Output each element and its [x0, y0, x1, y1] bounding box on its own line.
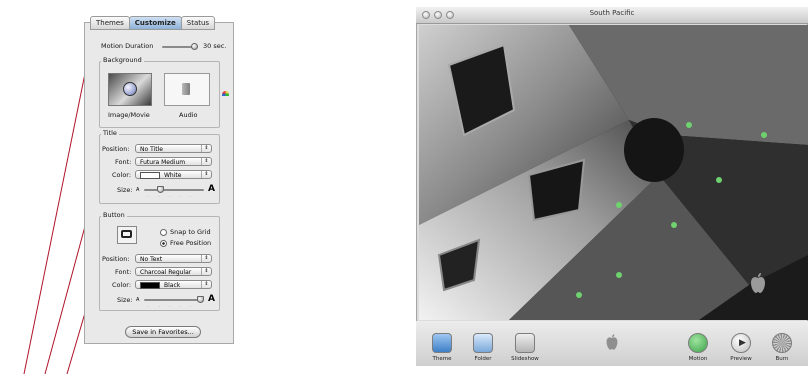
popup-arrows-icon: ⇕ [201, 255, 211, 262]
theme-label: Theme [432, 356, 452, 362]
apple-logo-icon [605, 333, 619, 351]
button-shape-icon [121, 230, 132, 238]
background-group-title: Background [101, 56, 144, 64]
tab-themes[interactable]: Themes [90, 16, 130, 30]
burn-icon [772, 333, 792, 353]
button-position-value: No Text [140, 256, 163, 263]
button-size-ticks: . . . . . [148, 303, 196, 308]
burn-label: Burn [775, 356, 789, 362]
folder-label: Folder [474, 356, 492, 362]
title-size-ticks: . . . . . [148, 193, 196, 198]
title-size-large-a: A [208, 184, 215, 194]
folder-button[interactable]: Folder [463, 333, 503, 362]
title-color-popup[interactable]: White ⇕ [135, 170, 212, 179]
free-position-option[interactable]: Free Position [160, 239, 211, 247]
title-size-slider[interactable] [144, 189, 204, 191]
title-color-value: White [164, 172, 182, 179]
motion-button[interactable]: Motion [678, 333, 718, 362]
button-font-value: Charcoal Regular [140, 269, 192, 276]
button-color-value: Black [164, 282, 181, 289]
title-size-label: Size: [117, 186, 133, 194]
free-position-label: Free Position [170, 239, 212, 247]
motion-label: Motion [688, 356, 708, 362]
image-movie-label: Image/Movie [108, 111, 150, 119]
popup-arrows-icon: ⇕ [201, 268, 211, 275]
menu-preview-area[interactable] [419, 25, 808, 320]
audio-label: Audio [179, 111, 198, 119]
theme-icon [432, 333, 452, 353]
preview-label: Preview [730, 356, 752, 362]
button-position-popup[interactable]: No Text ⇕ [135, 254, 212, 263]
button-color-swatch [140, 282, 160, 289]
slideshow-button[interactable]: Slideshow [505, 333, 545, 362]
image-movie-icon [123, 82, 137, 96]
title-position-popup[interactable]: No Title ⇕ [135, 144, 212, 153]
button-size-knob[interactable] [197, 296, 204, 303]
title-font-popup[interactable]: Futura Medium ⇕ [135, 157, 212, 166]
button-font-label: Font: [115, 268, 132, 276]
speaker-icon [182, 83, 190, 95]
color-picker-icon[interactable] [222, 91, 229, 96]
popup-arrows-icon: ⇕ [201, 281, 211, 288]
tab-customize[interactable]: Customize [128, 16, 182, 30]
button-size-small-a: A [136, 297, 140, 303]
button-position-label: Position: [102, 255, 130, 263]
theme-button[interactable]: Theme [422, 333, 462, 362]
audio-well[interactable] [164, 73, 210, 106]
button-group-title: Button [101, 211, 127, 219]
burn-button[interactable]: Burn [762, 333, 802, 362]
preview-button[interactable]: ▶ Preview [721, 333, 761, 362]
popup-arrows-icon: ⇕ [201, 158, 211, 165]
title-font-label: Font: [115, 158, 132, 166]
popup-arrows-icon: ⇕ [201, 171, 211, 178]
snap-to-grid-label: Snap to Grid [170, 228, 211, 236]
title-group-title: Title [101, 129, 119, 137]
button-color-label: Color: [112, 281, 132, 289]
title-color-label: Color: [112, 171, 132, 179]
motion-duration-label: Motion Duration [101, 42, 154, 50]
inspector-tabs: Themes Customize Status [90, 16, 216, 30]
folder-icon [473, 333, 493, 353]
play-icon: ▶ [731, 333, 751, 353]
motion-duration-value: 30 sec. [203, 42, 227, 50]
button-size-slider[interactable] [144, 299, 204, 301]
button-shape-well[interactable] [117, 226, 137, 244]
button-color-popup[interactable]: Black ⇕ [135, 280, 212, 289]
save-in-favorites-button[interactable]: Save in Favorites... [125, 326, 201, 338]
slideshow-icon [515, 333, 535, 353]
motion-icon [688, 333, 708, 353]
button-font-popup[interactable]: Charcoal Regular ⇕ [135, 267, 212, 276]
title-font-value: Futura Medium [140, 159, 186, 166]
apple-watermark-icon [749, 272, 767, 294]
tab-status[interactable]: Status [180, 16, 216, 30]
title-color-swatch [140, 172, 160, 179]
button-size-label: Size: [117, 296, 133, 304]
motion-duration-knob[interactable] [191, 43, 198, 50]
window-title: South Pacific [589, 9, 635, 17]
button-size-large-a: A [208, 294, 215, 304]
snap-to-grid-radio[interactable] [160, 228, 167, 236]
slideshow-label: Slideshow [511, 356, 539, 362]
snap-to-grid-option[interactable]: Snap to Grid [160, 228, 211, 236]
title-size-knob[interactable] [157, 186, 164, 193]
title-size-small-a: A [136, 187, 140, 193]
free-position-radio[interactable] [160, 239, 167, 247]
title-position-value: No Title [140, 146, 163, 153]
popup-arrows-icon: ⇕ [201, 145, 211, 152]
title-position-label: Position: [102, 145, 130, 153]
image-movie-well[interactable] [108, 73, 152, 106]
